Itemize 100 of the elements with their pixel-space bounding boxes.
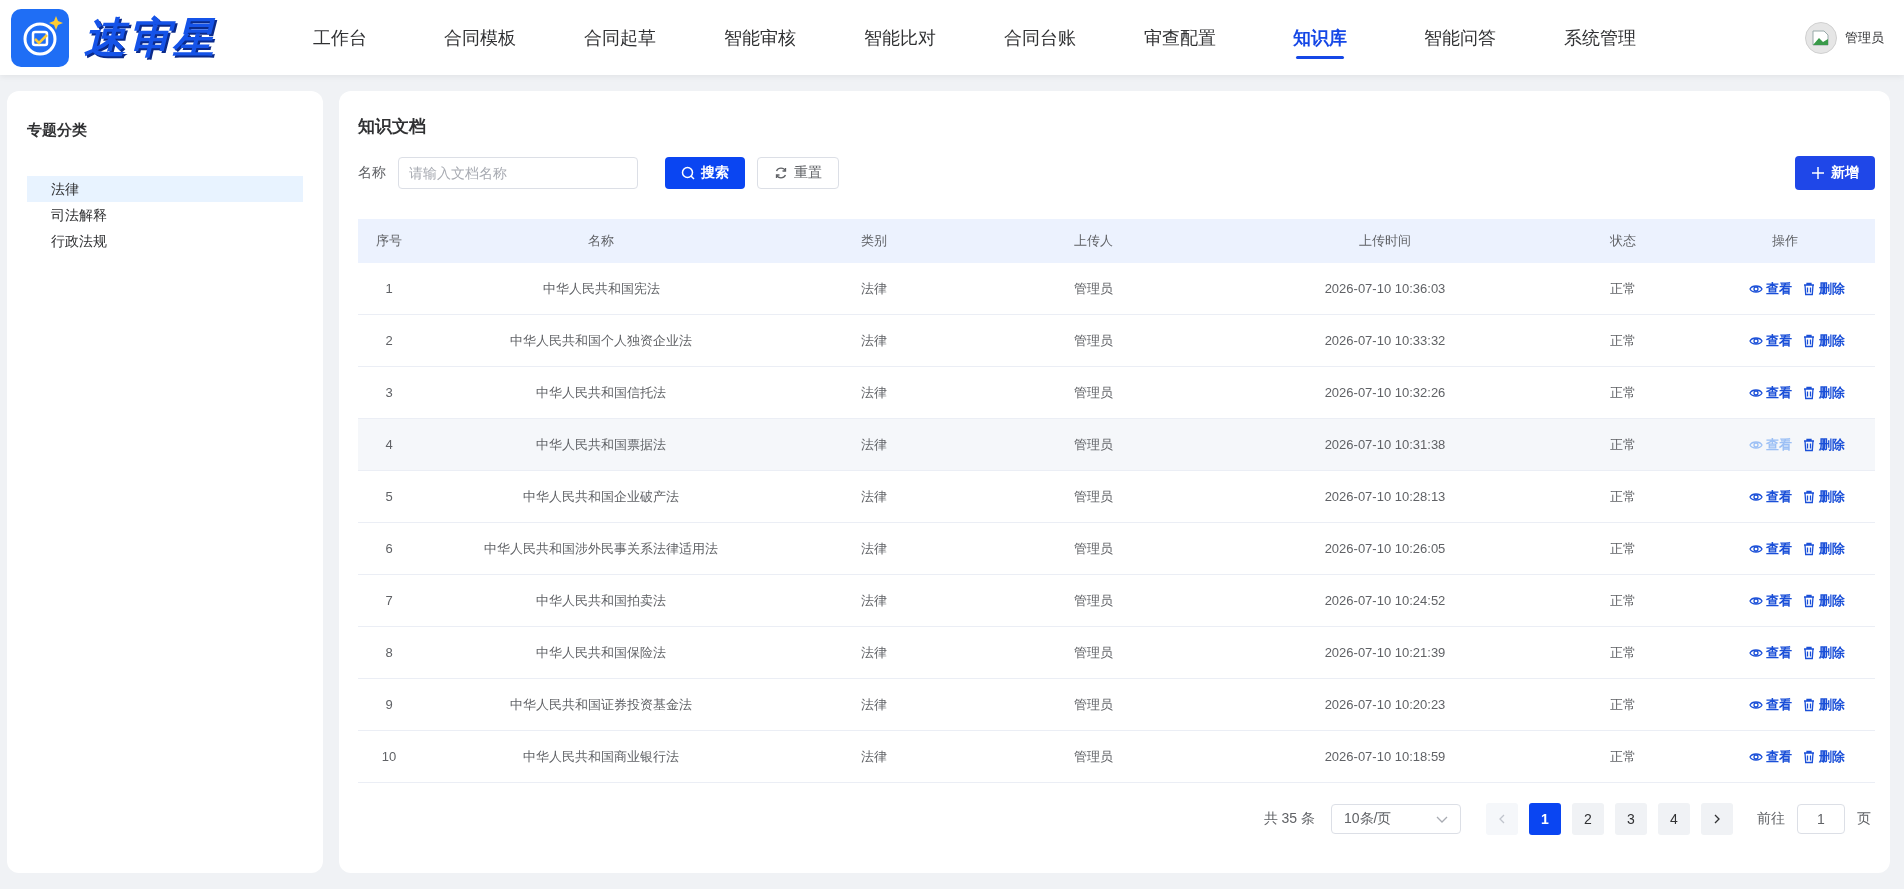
column-header: 上传时间 — [1358, 232, 1412, 250]
nav-tab[interactable]: 智能审核 — [690, 0, 830, 75]
app-logo-icon — [10, 7, 70, 68]
nav-tab[interactable]: 合同模板 — [410, 0, 550, 75]
total-count: 共 35 条 — [1263, 810, 1315, 828]
nav-tab[interactable]: 智能问答 — [1390, 0, 1530, 75]
table-cell: 2026-07-10 10:18:59 — [1324, 749, 1446, 764]
category-item[interactable]: 行政法规 — [27, 228, 303, 254]
delete-link[interactable]: 删除 — [1802, 435, 1845, 454]
table-cell: 法律 — [861, 488, 887, 504]
goto-label: 前往 — [1757, 810, 1785, 828]
sidebar-title: 专题分类 — [27, 121, 88, 140]
table-cell: 管理员 — [1073, 540, 1113, 556]
table-cell: 法律 — [861, 280, 887, 296]
search-field[interactable]: 请输入文档名称 — [398, 157, 638, 189]
nav-tab[interactable]: 合同起草 — [550, 0, 690, 75]
table-cell: 正常 — [1610, 644, 1636, 660]
next-page-button[interactable] — [1701, 803, 1733, 835]
table-cell: 管理员 — [1073, 436, 1113, 452]
nav-tab[interactable]: 审查配置 — [1110, 0, 1250, 75]
delete-link[interactable]: 删除 — [1802, 747, 1845, 766]
view-link[interactable]: 查看 — [1749, 591, 1792, 610]
brand-name: 速审星 — [84, 12, 216, 63]
page-size-select[interactable]: 10条/页 — [1331, 804, 1461, 834]
category-item[interactable]: 司法解释 — [27, 202, 303, 228]
table-cell: 3 — [385, 385, 393, 400]
field-label: 名称 — [358, 164, 386, 182]
view-link[interactable]: 查看 — [1749, 487, 1792, 506]
trash-icon — [1802, 645, 1816, 660]
table-cell: 中华人民共和国个人独资企业法 — [510, 332, 692, 348]
delete-link[interactable]: 删除 — [1802, 331, 1845, 350]
table-cell: 2026-07-10 10:36:03 — [1324, 281, 1446, 296]
plus-icon — [1811, 166, 1825, 180]
table-cell: 正常 — [1610, 696, 1636, 712]
table-cell: 正常 — [1610, 540, 1636, 556]
table-cell: 5 — [385, 489, 393, 504]
chevron-down-icon — [1436, 815, 1448, 823]
page-suffix: 页 — [1857, 810, 1871, 828]
page-number-field[interactable]: 1 — [1797, 804, 1845, 834]
table-cell: 正常 — [1610, 488, 1636, 504]
table-cell: 正常 — [1610, 280, 1636, 296]
add-button[interactable]: 新增 — [1795, 156, 1875, 190]
table-cell: 管理员 — [1073, 592, 1113, 608]
view-link[interactable]: 查看 — [1749, 383, 1792, 402]
delete-link[interactable]: 删除 — [1802, 643, 1845, 662]
delete-link[interactable]: 删除 — [1802, 591, 1845, 610]
chevron-left-icon — [1498, 814, 1506, 824]
table-cell: 中华人民共和国宪法 — [542, 280, 660, 296]
search-button[interactable]: 搜索 — [665, 157, 745, 189]
trash-icon — [1802, 749, 1816, 764]
page-button[interactable]: 4 — [1658, 803, 1690, 835]
nav-tab[interactable]: 工作台 — [270, 0, 410, 75]
chevron-right-icon — [1713, 814, 1721, 824]
delete-link[interactable]: 删除 — [1802, 487, 1845, 506]
delete-link[interactable]: 删除 — [1802, 539, 1845, 558]
table-cell: 中华人民共和国证券投资基金法 — [510, 696, 692, 712]
table-cell: 2026-07-10 10:33:32 — [1324, 333, 1446, 348]
nav-tab[interactable]: 智能比对 — [830, 0, 970, 75]
table-cell: 中华人民共和国拍卖法 — [536, 592, 666, 608]
column-header: 类别 — [860, 232, 888, 250]
column-header: 状态 — [1609, 232, 1637, 250]
view-link[interactable]: 查看 — [1749, 643, 1792, 662]
table-cell: 2026-07-10 10:32:26 — [1324, 385, 1446, 400]
view-link[interactable]: 查看 — [1749, 331, 1792, 350]
table-cell: 法律 — [861, 696, 887, 712]
page-button[interactable]: 2 — [1572, 803, 1604, 835]
view-link[interactable]: 查看 — [1749, 747, 1792, 766]
trash-icon — [1802, 281, 1816, 296]
refresh-icon — [774, 166, 788, 180]
table-cell: 管理员 — [1073, 280, 1113, 296]
page-button[interactable]: 1 — [1529, 803, 1561, 835]
table-cell: 法律 — [861, 644, 887, 660]
trash-icon — [1802, 385, 1816, 400]
delete-link[interactable]: 删除 — [1802, 383, 1845, 402]
table-cell: 法律 — [861, 540, 887, 556]
table-cell: 法律 — [861, 436, 887, 452]
table-cell: 7 — [385, 593, 393, 608]
table-cell: 法律 — [861, 384, 887, 400]
table-cell: 2026-07-10 10:24:52 — [1324, 593, 1446, 608]
view-link[interactable]: 查看 — [1749, 539, 1792, 558]
table-cell: 管理员 — [1073, 488, 1113, 504]
table-cell: 正常 — [1610, 748, 1636, 764]
nav-tab[interactable]: 合同台账 — [970, 0, 1110, 75]
nav-tab[interactable]: 知识库 — [1250, 0, 1390, 75]
table-cell: 管理员 — [1073, 332, 1113, 348]
table-cell: 10 — [381, 749, 397, 764]
category-item[interactable]: 法律 — [27, 176, 303, 202]
table-cell: 法律 — [861, 332, 887, 348]
trash-icon — [1802, 489, 1816, 504]
table-cell: 管理员 — [1073, 644, 1113, 660]
nav-tab[interactable]: 系统管理 — [1530, 0, 1670, 75]
view-link[interactable]: 查看 — [1749, 695, 1792, 714]
page-button[interactable]: 3 — [1615, 803, 1647, 835]
reset-button[interactable]: 重置 — [757, 157, 839, 189]
table-cell: 正常 — [1610, 592, 1636, 608]
delete-link[interactable]: 删除 — [1802, 279, 1845, 298]
column-header: 名称 — [587, 232, 615, 250]
view-link[interactable]: 查看 — [1749, 279, 1792, 298]
delete-link[interactable]: 删除 — [1802, 695, 1845, 714]
table-cell: 管理员 — [1073, 748, 1113, 764]
